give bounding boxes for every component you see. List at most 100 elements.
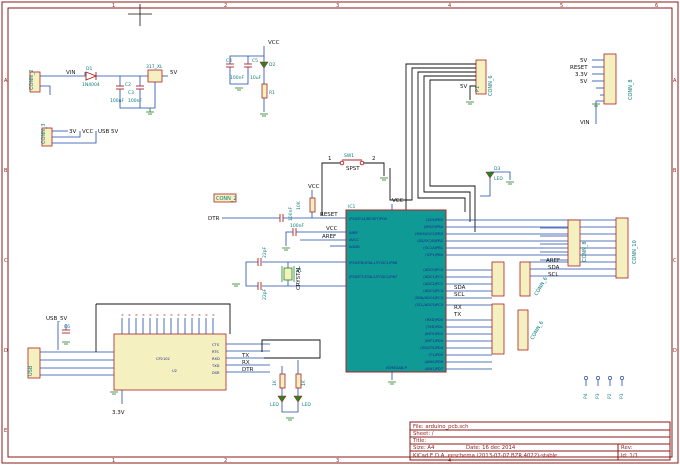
sel-3v-label: 3V bbox=[69, 129, 76, 135]
cp2102-nc-mark-3: × bbox=[142, 313, 145, 317]
crystal-x1[interactable] bbox=[283, 267, 293, 281]
resistor-pullup[interactable] bbox=[309, 197, 316, 213]
cp2102-nc-mark-4: × bbox=[149, 313, 152, 317]
cp2102-nc-mark-5: × bbox=[156, 313, 159, 317]
cp2102-cts: CTS bbox=[212, 343, 220, 347]
tb-size: Size: A4 bbox=[413, 445, 435, 451]
gnd-wire-jack bbox=[40, 85, 51, 95]
mcu-lpin-3: AGND bbox=[349, 245, 360, 249]
tx-rx-leds: 1K 1K LED LED bbox=[270, 360, 311, 421]
crystal-ground-icon bbox=[232, 283, 240, 287]
mcu-rpin-12: (RXD)PD0 bbox=[425, 318, 443, 322]
c4-ref: C4 bbox=[226, 58, 232, 64]
mcu-lpin-4: (PCINT6/XTAL1/TOSC1)PB6 bbox=[349, 261, 398, 265]
test-point-0[interactable] bbox=[584, 376, 588, 380]
ground-symbol-icon bbox=[146, 111, 154, 115]
d2-ref: D2 bbox=[269, 62, 275, 68]
test-point-3[interactable] bbox=[620, 376, 624, 380]
cp2102-body[interactable] bbox=[113, 333, 227, 391]
cp2102-top-bus bbox=[96, 303, 231, 334]
zone-row-e: E bbox=[4, 428, 7, 434]
sw-pin1: 1 bbox=[328, 156, 332, 162]
conn-8[interactable] bbox=[567, 219, 581, 267]
test-point-1[interactable] bbox=[596, 376, 600, 380]
d3-ref: D3 bbox=[494, 166, 500, 172]
power-select-section: CONN_3 3V VCC USB 5V bbox=[41, 123, 119, 147]
reg-5v-label: 5V bbox=[170, 70, 177, 76]
d1-value: 1N4004 bbox=[82, 82, 100, 88]
conn-6b[interactable] bbox=[491, 303, 505, 355]
tb-sheet: Sheet: / bbox=[413, 431, 434, 437]
test-point-label-3: P1 bbox=[619, 393, 625, 399]
zone-row-c-right: C bbox=[673, 258, 677, 264]
c2-value: 100uF bbox=[110, 98, 124, 104]
p2-net-3: 5V bbox=[580, 79, 587, 85]
cp2102-nc-mark-13: × bbox=[212, 313, 215, 317]
reset-vcc-label: VCC bbox=[308, 184, 320, 190]
zone-col-2: 2 bbox=[224, 3, 227, 9]
led-d3[interactable] bbox=[485, 171, 495, 179]
vcc-mcu-label: VCC bbox=[326, 226, 338, 232]
conn-6a[interactable] bbox=[491, 261, 505, 297]
cp2102-top-pins: × × × × × × × × × × × × × × bbox=[121, 313, 215, 334]
conn-10-label: CONN_10 bbox=[632, 240, 638, 264]
cp2102-nc-mark-2: × bbox=[135, 313, 138, 317]
led-ground-icon bbox=[286, 417, 294, 421]
sw-contact-a bbox=[339, 160, 345, 166]
cp2102-nc-mark-1: × bbox=[128, 313, 131, 317]
conn-p2-label: CONN_8 bbox=[628, 79, 634, 100]
cp-dtr-net: DTR bbox=[242, 367, 254, 373]
cp2102-nc-mark-6: × bbox=[163, 313, 166, 317]
sw-wire-left bbox=[321, 162, 340, 216]
crystal-section: 22pF 22pF X1 CRYSTAL bbox=[232, 246, 346, 300]
conn-6b-label: CONN_6 bbox=[530, 320, 545, 341]
tb-kicad: KiCad E.D.A. eeschema (2013-07-07 BZR 40… bbox=[413, 453, 557, 459]
mcu-rpin-2: (MOSI/OC2)PB3 bbox=[415, 232, 443, 236]
cp2102-ref: U2 bbox=[172, 369, 177, 373]
sw-contact-b bbox=[359, 160, 365, 166]
cp2102-nc-mark-8: × bbox=[177, 313, 180, 317]
mcu-rpin-10: (SDA/ADC4)PC4 bbox=[415, 296, 444, 300]
mcu-ref: IC1 bbox=[348, 204, 355, 210]
ra-value: 1K bbox=[272, 379, 278, 386]
resistor-rb[interactable] bbox=[295, 373, 302, 389]
zone-col-1-bottom: 1 bbox=[112, 458, 115, 464]
mcu-pin-bus bbox=[446, 219, 616, 370]
tb-file: File: arduino_pcb.sch bbox=[413, 424, 468, 430]
cp2102-ground-icon bbox=[110, 391, 118, 395]
mcu-name: ATMEGA8-P bbox=[386, 366, 408, 370]
resistor-ra[interactable] bbox=[279, 373, 286, 389]
p1-ground-icon bbox=[466, 101, 474, 105]
test-point-2[interactable] bbox=[608, 376, 612, 380]
crystal-gnd-wire bbox=[245, 261, 258, 287]
c-xb-value: 22pF bbox=[262, 288, 268, 300]
conn-p1-ref: P1 bbox=[475, 86, 481, 92]
mcu-rpin-14: (INT0)PD2 bbox=[425, 332, 443, 336]
vcc-top-label: VCC bbox=[268, 40, 280, 46]
sda-mcu-label: SDA bbox=[454, 285, 466, 291]
mcu-rpin-17: (T1)PD5 bbox=[428, 353, 443, 357]
cp2102-rxd: RXD bbox=[212, 357, 220, 361]
schematic-sheet: 1 2 3 4 5 6 1 2 3 4 A B C D E A B C D CO… bbox=[0, 0, 680, 467]
sda-right-label: SDA bbox=[548, 265, 560, 271]
conn-p1-5v-label: 5V bbox=[460, 84, 467, 90]
conn-p2[interactable] bbox=[603, 53, 617, 105]
cp2102-rts: RTS bbox=[212, 350, 219, 354]
c6-ref: C6 bbox=[64, 324, 70, 330]
mcu-rpin-3: (SS/OC1B)PB2 bbox=[417, 239, 443, 243]
p2-net-6: VIN bbox=[580, 120, 590, 126]
mcu-rpin-6: (ADC0)PC0 bbox=[423, 268, 444, 272]
led-d2[interactable] bbox=[259, 61, 269, 69]
led-a[interactable] bbox=[277, 395, 287, 403]
dtr-net-label: DTR bbox=[208, 216, 220, 222]
diode-d1[interactable] bbox=[85, 71, 98, 81]
vcc-decoupling-section: VCC C4 100nF C5 10uF D2 R1 bbox=[226, 40, 280, 117]
power-jack-label: CONN_2 bbox=[29, 69, 35, 90]
resistor-r1[interactable] bbox=[261, 83, 268, 99]
voltage-regulator[interactable] bbox=[147, 69, 163, 83]
zone-col-6: 6 bbox=[655, 3, 658, 9]
p2-net-2: 3.3V bbox=[575, 72, 588, 78]
c5-ref: C5 bbox=[252, 58, 258, 64]
led-b[interactable] bbox=[293, 395, 303, 403]
conn-10[interactable] bbox=[615, 217, 629, 279]
